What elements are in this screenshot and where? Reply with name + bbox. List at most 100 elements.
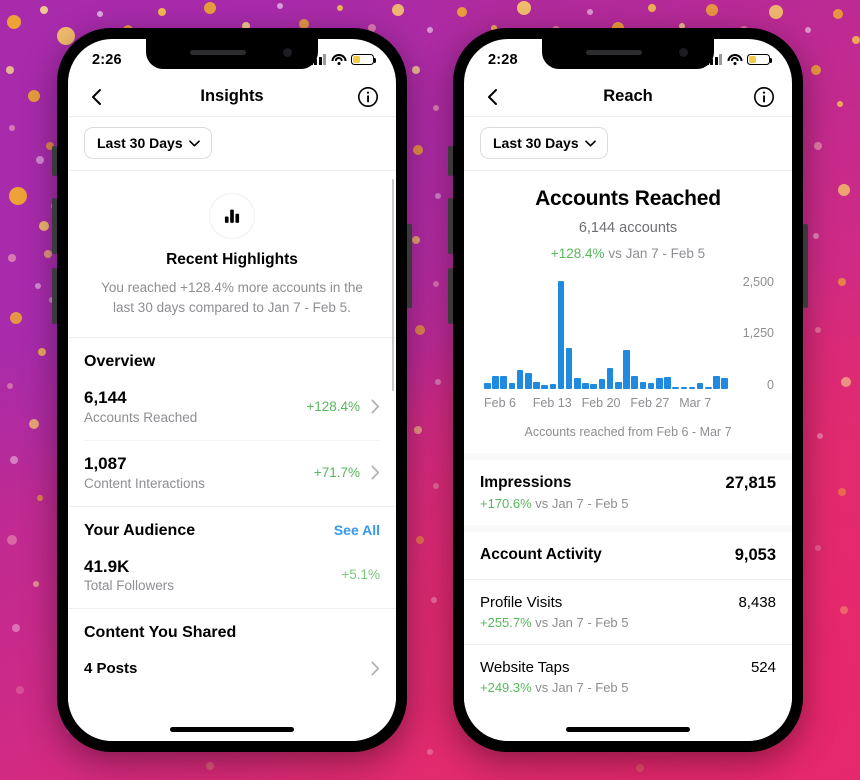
overview-header: Overview [84, 338, 380, 375]
your-audience-title: Your Audience [84, 521, 196, 539]
chart-bar [672, 387, 679, 389]
insights-scroll-content[interactable]: Recent Highlights You reached +128.4% mo… [68, 171, 396, 741]
y-tick-1250: 1,250 [742, 326, 774, 340]
reach-scroll-content[interactable]: Accounts Reached 6,144 accounts +128.4% … [464, 171, 792, 741]
chevron-down-icon [188, 139, 200, 147]
row-posts[interactable]: 4 Posts [84, 646, 380, 693]
back-chevron-icon[interactable] [482, 86, 504, 108]
stat-delta: +249.3% vs Jan 7 - Feb 5 [480, 680, 629, 695]
stat-value: 27,815 [725, 474, 776, 492]
chart-bar [598, 379, 606, 389]
impressions-block[interactable]: Impressions +170.6% vs Jan 7 - Feb 5 27,… [464, 460, 792, 532]
delta-suffix: vs Jan 7 - Feb 5 [531, 680, 629, 695]
chart-bars [484, 281, 729, 389]
stat-row-profile-visits[interactable]: Profile Visits +255.7% vs Jan 7 - Feb 5 … [480, 580, 776, 644]
stat-row-website-taps[interactable]: Website Taps +249.3% vs Jan 7 - Feb 5 52… [480, 645, 776, 709]
accounts-reached-chart: 2,500 1,250 0 [480, 275, 776, 392]
metric-row-content-interactions[interactable]: 1,087 Content Interactions +71.7% [84, 439, 380, 506]
chevron-right-icon[interactable] [371, 465, 380, 480]
chart-bar [557, 281, 565, 389]
date-filter-bar: Last 30 Days [68, 117, 396, 171]
delta-suffix: vs Jan 7 - Feb 5 [531, 615, 629, 630]
phone-volume-down-button[interactable] [448, 268, 453, 324]
content-you-shared-title: Content You Shared [84, 624, 237, 642]
phone-volume-down-button[interactable] [52, 268, 57, 324]
stat-row-account-activity: Account Activity 9,053 [480, 532, 776, 579]
accounts-reached-title: Accounts Reached [535, 187, 721, 210]
posts-label: 4 Posts [84, 660, 138, 678]
chart-bar [696, 382, 704, 389]
metric-trailing: +71.7% [314, 465, 380, 480]
metric-trailing: +5.1% [341, 567, 380, 582]
nav-bar: Insights [68, 77, 396, 117]
profile-visits-block[interactable]: Profile Visits +255.7% vs Jan 7 - Feb 5 … [464, 580, 792, 645]
info-circle-icon[interactable] [357, 86, 379, 108]
phone-volume-up-button[interactable] [448, 198, 453, 254]
chart-x-axis-labels: Feb 6 Feb 13 Feb 20 Feb 27 Mar 7 [484, 396, 728, 410]
stat-value: 8,438 [738, 594, 776, 611]
nav-bar: Reach [464, 77, 792, 117]
home-indicator[interactable] [170, 727, 294, 732]
metric-delta: +71.7% [313, 464, 360, 480]
chart-bar [533, 381, 540, 389]
metric-text: 1,087 Content Interactions [84, 454, 205, 491]
scrollbar[interactable] [391, 179, 394, 391]
metric-label: Total Followers [84, 578, 175, 594]
metric-trailing: +128.4% [306, 399, 380, 414]
phone-mute-switch[interactable] [52, 146, 57, 176]
date-range-label: Last 30 Days [97, 135, 183, 151]
your-audience-header: Your Audience See All [84, 507, 380, 544]
chart-bar [492, 375, 499, 389]
metric-value: 6,144 [84, 388, 127, 408]
chart-bar [713, 376, 720, 389]
home-indicator[interactable] [566, 727, 690, 732]
recent-highlights-card: Recent Highlights You reached +128.4% mo… [68, 171, 396, 339]
overview-title: Overview [84, 353, 156, 371]
account-activity-block: Account Activity 9,053 [464, 532, 792, 580]
metric-label: Content Interactions [84, 475, 205, 491]
phone-power-button[interactable] [407, 224, 412, 308]
metric-value: 1,087 [84, 453, 127, 473]
phone-mute-switch[interactable] [448, 146, 453, 176]
delta-suffix: vs Jan 7 - Feb 5 [604, 246, 706, 261]
date-range-label: Last 30 Days [493, 135, 579, 151]
y-tick-0: 0 [767, 378, 774, 392]
chart-bar [574, 377, 581, 389]
chevron-right-icon[interactable] [371, 399, 380, 414]
metric-label: Accounts Reached [84, 409, 198, 425]
website-taps-block[interactable]: Website Taps +249.3% vs Jan 7 - Feb 5 52… [464, 645, 792, 709]
wifi-icon [331, 54, 346, 65]
phone-volume-up-button[interactable] [52, 198, 57, 254]
back-chevron-icon[interactable] [86, 86, 108, 108]
recent-highlights-description: You reached +128.4% more accounts in the… [101, 280, 363, 315]
date-filter-bar: Last 30 Days [464, 117, 792, 171]
page-title: Insights [200, 87, 264, 105]
stat-name: Impressions [480, 474, 572, 491]
stat-delta: +255.7% vs Jan 7 - Feb 5 [480, 615, 629, 630]
info-circle-icon[interactable] [753, 86, 775, 108]
phone-power-button[interactable] [803, 224, 808, 308]
see-all-link[interactable]: See All [334, 522, 380, 538]
accounts-reached-card: Accounts Reached 6,144 accounts +128.4% … [464, 171, 792, 460]
status-indicators [705, 53, 773, 66]
date-range-dropdown[interactable]: Last 30 Days [84, 127, 212, 159]
cellular-signal-icon [309, 54, 326, 65]
chevron-right-icon[interactable] [371, 661, 380, 676]
metric-row-accounts-reached[interactable]: 6,144 Accounts Reached +128.4% [84, 375, 380, 440]
metric-text: 6,144 Accounts Reached [84, 388, 197, 425]
x-tick-label: Feb 27 [630, 396, 670, 410]
chevron-down-icon [584, 139, 596, 147]
metric-text: 41.9K Total Followers [84, 557, 174, 594]
date-range-dropdown[interactable]: Last 30 Days [480, 127, 608, 159]
metric-row-total-followers[interactable]: 41.9K Total Followers +5.1% [84, 544, 380, 609]
stat-row-impressions[interactable]: Impressions +170.6% vs Jan 7 - Feb 5 27,… [480, 460, 776, 525]
metric-delta: +5.1% [341, 567, 380, 583]
battery-low-icon [351, 53, 377, 66]
delta-value: +170.6% [480, 496, 532, 511]
stat-value: 524 [750, 659, 776, 676]
wifi-icon [727, 54, 742, 65]
chart-bar [615, 382, 622, 389]
recent-highlights-title: Recent Highlights [166, 251, 298, 268]
chart-bar [647, 383, 655, 389]
content-you-shared-header: Content You Shared [84, 609, 380, 646]
